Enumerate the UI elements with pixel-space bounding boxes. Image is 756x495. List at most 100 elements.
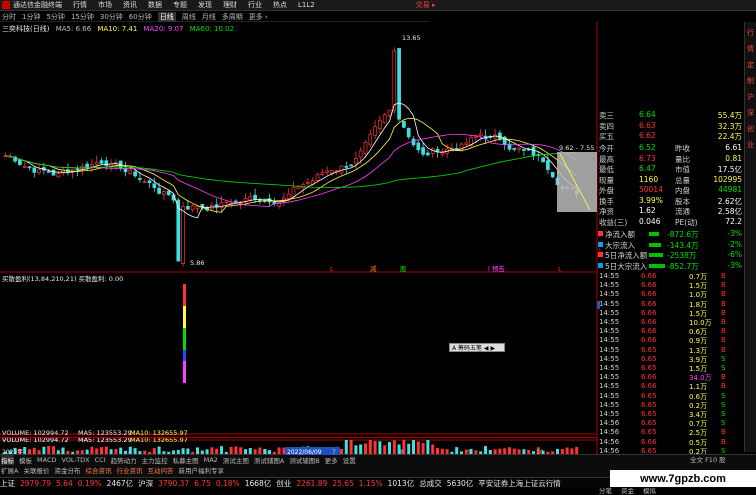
period-4[interactable]: 30分钟: [100, 12, 123, 22]
volume-bar: [282, 447, 286, 454]
tick-row: 14:55 6.66 10.0万 B: [597, 318, 744, 327]
tick-price: 6.65: [641, 400, 657, 409]
volume-bar: [148, 451, 151, 454]
volume-bar: [440, 448, 444, 454]
tick-row: 14:56 6.66 0.5万 B: [597, 438, 744, 447]
f10-label[interactable]: 全文 F10 股: [690, 454, 726, 464]
volume-bar: [359, 444, 363, 454]
indicator-tab-6[interactable]: 主力监控: [142, 455, 168, 465]
selection-overlay[interactable]: [557, 152, 597, 212]
volume-bar: [268, 450, 271, 454]
tick-time: 14:56: [599, 437, 620, 446]
trade-button[interactable]: 交易 ▸: [416, 0, 436, 10]
period-3[interactable]: 15分钟: [71, 12, 94, 22]
indicator-tab-10[interactable]: 测试辅图A: [254, 455, 284, 465]
info-tab-4[interactable]: 行业资讯: [116, 465, 142, 475]
chip-popup[interactable]: A 筹码五笔 ◀ ▶: [449, 343, 505, 352]
volume-bar: [100, 447, 103, 454]
sidebar-tab[interactable]: 深: [745, 108, 756, 118]
indicator-tab-1[interactable]: 模板: [19, 455, 32, 465]
tick-time: 14:55: [599, 327, 620, 336]
period-5[interactable]: 60分钟: [129, 12, 152, 22]
menu-redian[interactable]: 热点: [273, 0, 287, 10]
quote-label2: 量比: [675, 154, 690, 164]
indicator-tab-12[interactable]: 更多: [325, 455, 338, 465]
candle-body: [320, 172, 325, 175]
sidebar-tab[interactable]: 创: [745, 124, 756, 134]
period-8[interactable]: 月线: [202, 12, 216, 22]
indicator-tab-13[interactable]: 设置: [343, 455, 356, 465]
sidebar-tab[interactable]: 行: [745, 28, 756, 38]
app-name: 通达信金融终端: [13, 1, 62, 9]
candle-body: [133, 171, 137, 177]
menu-hangye[interactable]: 行业: [248, 0, 262, 10]
volume-bar: [570, 448, 574, 454]
indicator-tab-11[interactable]: 测试辅图B: [289, 455, 319, 465]
quote-panel: 卖三 6.64 55.4万 卖四 6.63 32.3万 买五 6.62 22.4万 今开 6.52 昨…: [597, 110, 744, 495]
indicator-tab-4[interactable]: CCI: [95, 456, 106, 464]
info-tab-1[interactable]: 关联报价: [23, 465, 49, 475]
candle-body: [382, 114, 387, 124]
info-tab-6[interactable]: 新用户福利专享: [178, 465, 224, 475]
chart-area[interactable]: 10.5010.009.509.008.508.007.507.006.506.…: [0, 22, 600, 454]
sidebar-tab[interactable]: 定: [745, 60, 756, 70]
info-tab-5[interactable]: 互动问答: [147, 465, 173, 475]
sidebar-tab[interactable]: 制: [745, 76, 756, 86]
volume-bar: [258, 447, 262, 454]
sidebar-tab[interactable]: 业: [745, 140, 756, 150]
period-0[interactable]: 分时: [2, 12, 16, 22]
indicator-tab-2[interactable]: MACD: [37, 456, 56, 464]
menu-zixun[interactable]: 资讯: [123, 0, 137, 10]
candle-body: [186, 206, 190, 210]
menu-shuju[interactable]: 数据: [148, 0, 162, 10]
tick-price: 6.65: [641, 419, 657, 428]
quote-label: 最低: [599, 165, 614, 174]
candle-body: [378, 119, 382, 129]
menu-hangqing[interactable]: 行情: [73, 0, 87, 10]
menu-zhuanti[interactable]: 专题: [173, 0, 187, 10]
candle-body: [243, 198, 248, 202]
period-7[interactable]: 周线: [182, 12, 196, 22]
candle-body: [99, 160, 104, 164]
tick-price: 6.66: [641, 308, 657, 317]
indicator-tab-9[interactable]: 测试主图: [223, 455, 249, 465]
quote-row: 卖三 6.64 55.4万: [597, 110, 744, 120]
info-tab-3[interactable]: 综合资讯: [85, 465, 111, 475]
period-10[interactable]: 更多 ›: [249, 12, 268, 22]
menu-l1l2[interactable]: L1L2: [298, 1, 315, 9]
indicator-bar: [183, 295, 186, 306]
menu-faxian[interactable]: 发现: [198, 0, 212, 10]
candle-body: [75, 168, 80, 171]
sidebar-tab[interactable]: 情: [745, 44, 756, 54]
sidebar-tab[interactable]: 沪: [745, 92, 756, 102]
index-item: 6.75: [194, 478, 211, 488]
indicator-tab-8[interactable]: MA2: [204, 456, 218, 464]
volume-panel[interactable]: 2022年 2022/06/09 3 4 5 6 7 8 9 10: [0, 437, 597, 456]
candle-body: [147, 180, 152, 184]
candle-body: [162, 191, 166, 195]
indicator-tab-0[interactable]: 指标: [1, 454, 14, 465]
volume-bar: [488, 449, 492, 454]
menu-shichang[interactable]: 市场: [98, 0, 112, 10]
period-2[interactable]: 5分钟: [46, 12, 64, 22]
quote-value2: 22.4万: [717, 132, 742, 141]
indicator-tab-7[interactable]: 私募主图: [173, 455, 199, 465]
period-6[interactable]: 日线: [157, 11, 176, 22]
volume-bar: [52, 446, 55, 454]
indicator-tab-5[interactable]: 趋势动力: [111, 455, 137, 465]
period-9[interactable]: 多周期: [222, 12, 243, 22]
indicator-tab-3[interactable]: VOL-TDX: [61, 456, 89, 464]
right-sidebar[interactable]: 行情定制沪深创业: [744, 22, 756, 452]
info-tab-2[interactable]: 资金分布: [54, 465, 80, 475]
menu-licai[interactable]: 理财: [223, 0, 237, 10]
quote-label: 卖四: [599, 121, 614, 131]
info-tab-0[interactable]: 扩展A: [1, 465, 18, 475]
volume-bar: [436, 448, 439, 454]
index-item: 2979.79: [20, 478, 52, 488]
candle-body: [358, 150, 363, 158]
quote-row: 今开 6.52 昨收 6.61: [597, 143, 744, 153]
candle-body: [373, 126, 377, 136]
tick-price: 6.66: [641, 336, 657, 345]
quote-label: 净资: [599, 207, 614, 216]
period-1[interactable]: 1分钟: [22, 12, 40, 22]
